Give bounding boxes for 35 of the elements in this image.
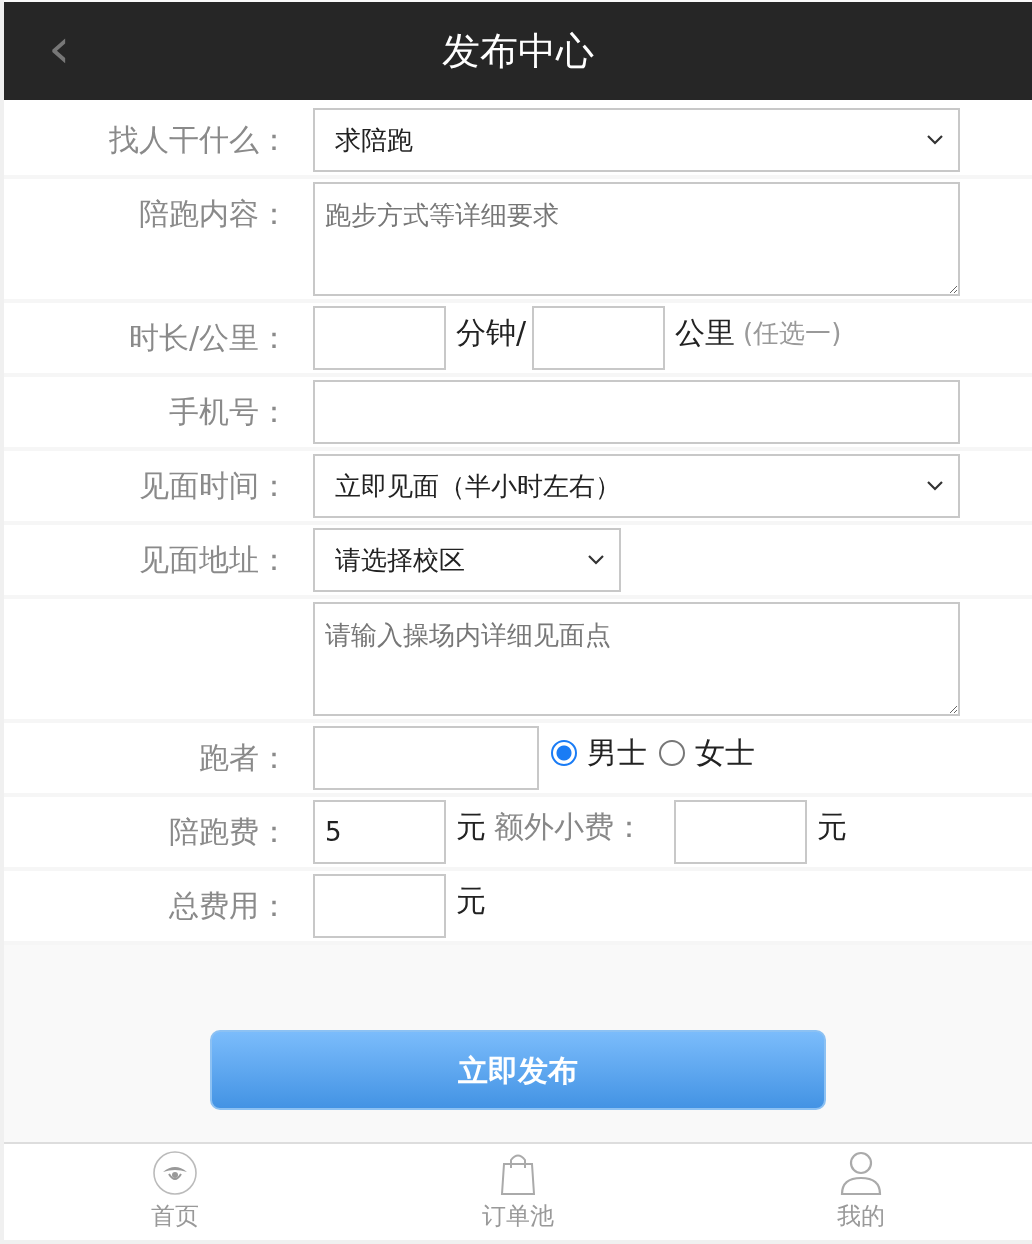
page-title: 发布中心 xyxy=(442,27,594,75)
input-field[interactable] xyxy=(532,306,666,370)
unit-label: 分钟/ xyxy=(455,314,528,352)
radio-option[interactable]: 女士 xyxy=(659,726,755,780)
field-label: 额外小费： xyxy=(493,808,645,846)
select-field[interactable]: 立即见面（半小时左右） xyxy=(313,454,960,518)
text-area[interactable]: 跑步方式等详细要求 xyxy=(313,182,960,296)
input-field[interactable] xyxy=(313,726,539,790)
unit-label: 元 xyxy=(455,882,487,920)
unit-label: 元 xyxy=(816,808,848,846)
unit-label: 公里 xyxy=(674,314,737,352)
hint-text: (任选一) xyxy=(742,317,843,350)
unit-label: 元 xyxy=(455,808,487,846)
field-label: 时长/公里： xyxy=(127,319,290,357)
field-label: 总费用： xyxy=(168,887,290,925)
text-area[interactable]: 请输入操场内详细见面点 xyxy=(313,602,960,716)
select-field[interactable]: 求陪跑 xyxy=(313,108,960,172)
caret-icon xyxy=(926,134,944,146)
caret-icon xyxy=(587,554,605,566)
input-field[interactable]: 5 xyxy=(313,800,446,864)
input-field[interactable] xyxy=(313,306,446,370)
field-label: 陪跑费： xyxy=(168,813,290,851)
input-field[interactable] xyxy=(313,874,446,938)
field-label: 见面时间： xyxy=(138,467,290,505)
input-field[interactable] xyxy=(313,380,960,444)
radio-option[interactable]: 男士 xyxy=(551,726,647,780)
field-label: 见面地址： xyxy=(138,541,290,579)
select-field[interactable]: 请选择校区 xyxy=(313,528,621,592)
field-label: 手机号： xyxy=(168,393,290,431)
field-label: 跑者： xyxy=(198,739,290,777)
input-field[interactable] xyxy=(674,800,807,864)
field-label: 找人干什么： xyxy=(108,121,290,159)
field-label: 陪跑内容： xyxy=(138,195,290,233)
eye-icon xyxy=(152,1150,199,1196)
caret-icon xyxy=(926,480,944,492)
